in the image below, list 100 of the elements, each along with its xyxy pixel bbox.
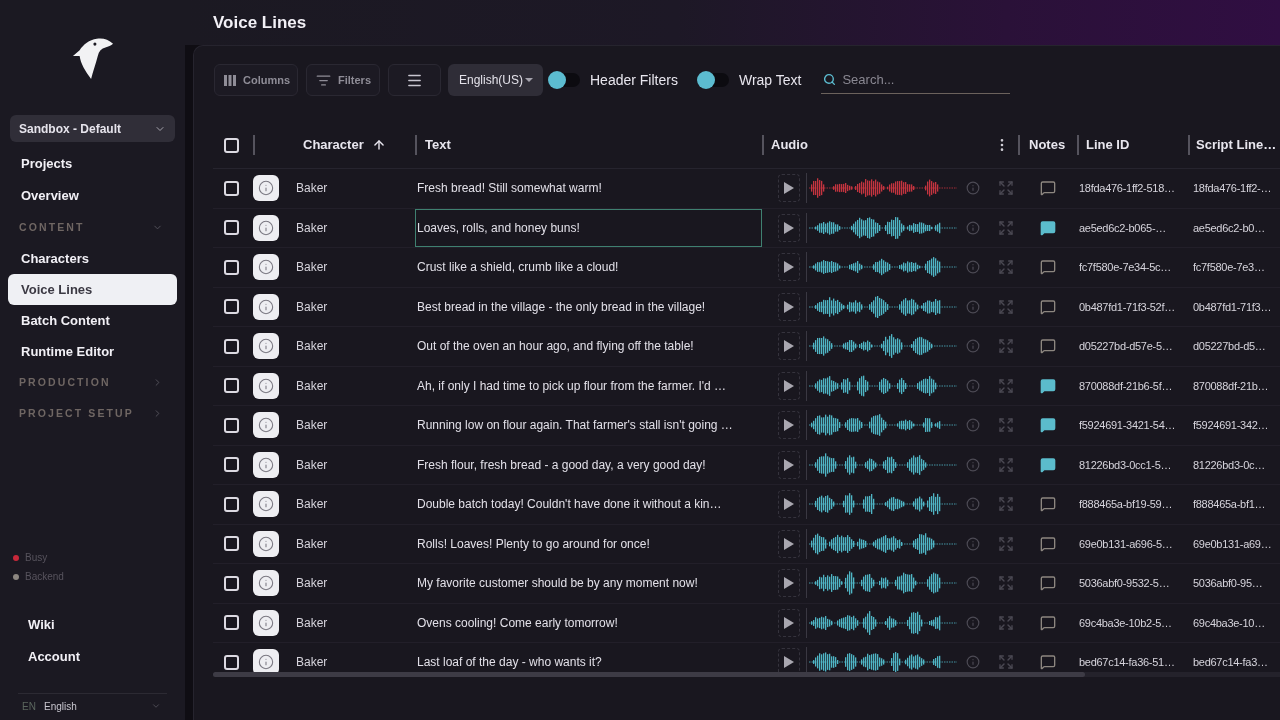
- speech-bubble-icon[interactable]: [1039, 614, 1056, 631]
- play-button[interactable]: [778, 292, 800, 321]
- table-cell-text: ae5ed6c2-b0…: [1193, 220, 1265, 236]
- info-button[interactable]: [253, 333, 279, 360]
- checkbox[interactable]: [224, 536, 239, 552]
- play-icon: [784, 182, 794, 195]
- table-cell[interactable]: Ah, if only I had time to pick up flour from the farmer. I'd …: [415, 366, 762, 405]
- checkbox[interactable]: [224, 137, 239, 153]
- info-button[interactable]: [253, 451, 279, 478]
- table-cell-text: 0b487fd1-71f3…: [1193, 299, 1272, 315]
- table-cell-text: 870088df-21b…: [1193, 378, 1269, 394]
- speech-bubble-icon[interactable]: [1039, 535, 1056, 552]
- play-button[interactable]: [778, 569, 800, 598]
- checkbox[interactable]: [224, 615, 239, 631]
- play-button[interactable]: [778, 174, 800, 203]
- checkbox[interactable]: [224, 299, 239, 315]
- info-button[interactable]: [253, 175, 279, 202]
- play-button[interactable]: [778, 608, 800, 637]
- table-cell-text: f888465a-bf19-59…: [1079, 497, 1173, 512]
- info-button[interactable]: [253, 412, 279, 439]
- table-cell[interactable]: Running low on flour again. That farmer's stall isn't going …: [415, 406, 762, 445]
- toggle-switch[interactable]: [548, 71, 580, 89]
- checkbox[interactable]: [224, 496, 239, 512]
- checkbox[interactable]: [224, 378, 239, 394]
- table-cell-text: 5036abf0-95…: [1193, 576, 1263, 591]
- play-button[interactable]: [778, 332, 800, 361]
- table-cell[interactable]: My favorite customer should be by any moment now!: [415, 564, 762, 603]
- checkbox[interactable]: [224, 417, 239, 433]
- nav-link[interactable]: Projects: [0, 148, 185, 180]
- info-button[interactable]: [253, 214, 279, 241]
- play-button[interactable]: [778, 450, 800, 479]
- info-button[interactable]: [253, 491, 279, 518]
- checkbox[interactable]: [224, 654, 239, 670]
- speech-bubble-icon[interactable]: [1039, 654, 1056, 671]
- play-button[interactable]: [778, 490, 800, 519]
- language-select[interactable]: English(US): [448, 64, 543, 96]
- play-icon: [784, 261, 794, 274]
- nav-link[interactable]: Wiki: [0, 609, 185, 641]
- speech-bubble-icon[interactable]: [1039, 456, 1056, 473]
- table-cell[interactable]: Double batch today! Couldn't have done it without a kin…: [415, 485, 762, 524]
- speech-bubble-icon[interactable]: [1039, 496, 1056, 513]
- column-header[interactable]: Line ID: [1086, 135, 1130, 155]
- table-cell[interactable]: Best bread in the village - the only bread in the village!: [415, 287, 762, 326]
- speech-bubble-icon[interactable]: [1039, 338, 1056, 355]
- info-button[interactable]: [253, 293, 279, 320]
- nav-link[interactable]: Account: [0, 641, 185, 673]
- nav-link[interactable]: Overview: [0, 180, 185, 212]
- table-cell[interactable]: Last loaf of the day - who wants it?: [415, 643, 762, 672]
- language-select[interactable]: EN English: [0, 694, 185, 718]
- speech-bubble-icon[interactable]: [1039, 417, 1056, 434]
- checkbox[interactable]: [224, 575, 239, 591]
- toggle-switch[interactable]: [696, 71, 729, 89]
- table-cell-text: f5924691-342…: [1193, 418, 1269, 433]
- speech-bubble-icon[interactable]: [1039, 575, 1056, 592]
- table-cell[interactable]: Out of the oven an hour ago, and flying off the table!: [415, 327, 762, 366]
- table-cell[interactable]: Fresh flour, fresh bread - a good day, a very good day!: [415, 445, 762, 484]
- play-button[interactable]: [778, 213, 800, 242]
- table-cell[interactable]: Ovens cooling! Come early tomorrow!: [415, 603, 762, 642]
- nav-link[interactable]: Runtime Editor: [0, 336, 185, 367]
- column-header[interactable]: Text: [425, 135, 451, 155]
- search-field[interactable]: Search...: [821, 66, 1011, 94]
- workspace-select[interactable]: Sandbox - Default: [10, 115, 175, 142]
- table-cell[interactable]: Fresh bread! Still somewhat warm!: [415, 169, 762, 208]
- column-header[interactable]: Audio: [771, 135, 808, 155]
- info-button[interactable]: [253, 570, 279, 597]
- nav-link[interactable]: Voice Lines: [8, 274, 177, 305]
- play-icon: [784, 498, 794, 511]
- checkbox[interactable]: [224, 259, 239, 275]
- table-cell-text: Baker: [296, 338, 328, 356]
- columns-button[interactable]: Columns: [214, 64, 298, 96]
- column-header[interactable]: Script Line…: [1196, 135, 1277, 155]
- play-button[interactable]: [778, 529, 800, 558]
- nav-link[interactable]: Characters: [0, 243, 185, 274]
- density-button[interactable]: [388, 64, 441, 96]
- table-cell-text: Baker: [296, 614, 328, 632]
- filters-button[interactable]: Filters: [306, 64, 380, 96]
- column-header[interactable]: Character: [303, 135, 364, 155]
- info-button[interactable]: [253, 530, 279, 557]
- column-header[interactable]: Notes: [1029, 135, 1066, 155]
- play-button[interactable]: [778, 371, 800, 400]
- table-cell[interactable]: Loaves, rolls, and honey buns!: [415, 208, 762, 247]
- checkbox[interactable]: [224, 220, 239, 236]
- speech-bubble-icon[interactable]: [1039, 180, 1056, 197]
- play-button[interactable]: [778, 253, 800, 282]
- speech-bubble-icon[interactable]: [1039, 219, 1056, 236]
- speech-bubble-icon[interactable]: [1039, 259, 1056, 276]
- info-button[interactable]: [253, 254, 279, 281]
- speech-bubble-icon[interactable]: [1039, 298, 1056, 315]
- horizontal-scrollbar[interactable]: [213, 672, 1280, 677]
- table-cell[interactable]: Crust like a shield, crumb like a cloud!: [415, 248, 762, 287]
- nav-link[interactable]: Batch Content: [0, 305, 185, 336]
- speech-bubble-icon[interactable]: [1039, 377, 1056, 394]
- play-button[interactable]: [778, 411, 800, 440]
- info-button[interactable]: [253, 372, 279, 399]
- checkbox[interactable]: [224, 180, 239, 196]
- checkbox[interactable]: [224, 457, 239, 473]
- table-cell[interactable]: Rolls! Loaves! Plenty to go around for once!: [415, 524, 762, 563]
- play-icon: [784, 221, 794, 234]
- info-button[interactable]: [253, 609, 279, 636]
- checkbox[interactable]: [224, 338, 239, 354]
